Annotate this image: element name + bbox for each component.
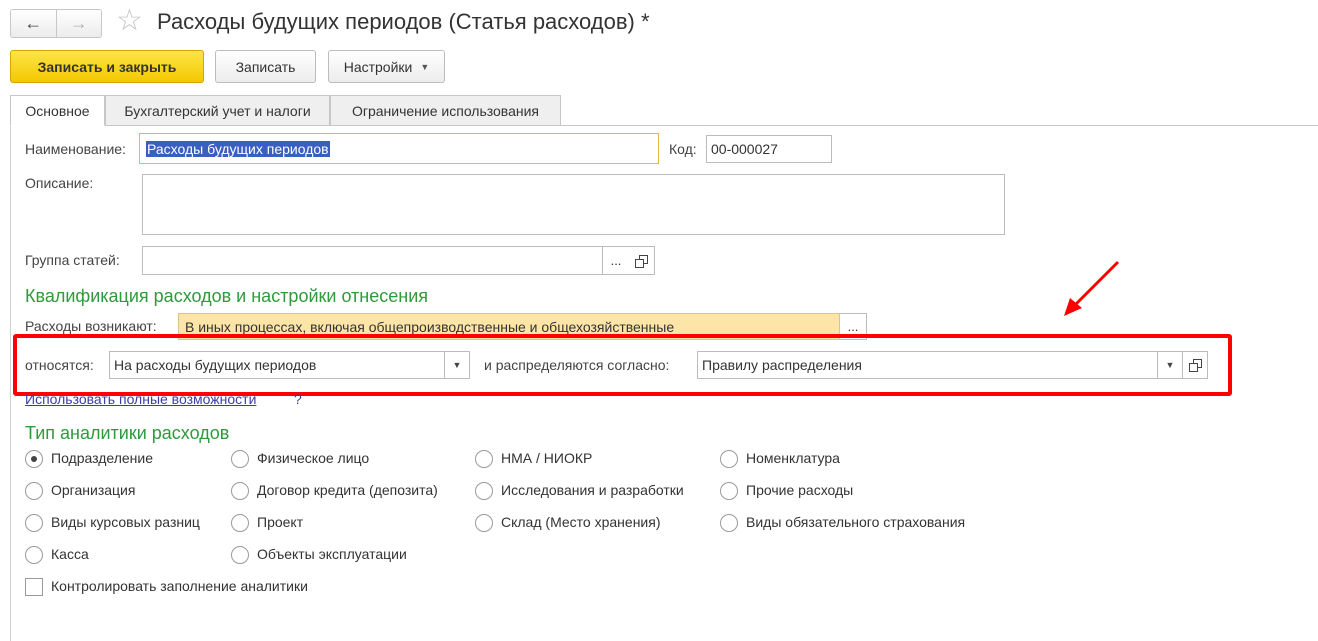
help-icon[interactable]: ?	[294, 391, 302, 407]
group-input[interactable]	[142, 246, 603, 275]
radio-label: Прочие расходы	[746, 482, 854, 498]
back-arrow-icon[interactable]: ←	[11, 10, 56, 37]
settings-button[interactable]: Настройки ▼	[328, 50, 445, 83]
open-form-icon	[635, 254, 648, 268]
radio-credit-contract[interactable]	[231, 482, 249, 500]
save-and-close-button[interactable]: Записать и закрыть	[10, 50, 204, 83]
radio-research[interactable]	[475, 482, 493, 500]
control-analytics-label: Контролировать заполнение аналитики	[51, 578, 308, 594]
radio-label: Объекты эксплуатации	[257, 546, 407, 562]
radio-label: НМА / НИОКР	[501, 450, 593, 466]
group-open-button[interactable]	[628, 246, 655, 275]
code-label: Код:	[669, 141, 697, 157]
description-input[interactable]	[142, 174, 1005, 235]
group-label: Группа статей:	[25, 252, 120, 268]
radio-exchange-differences[interactable]	[25, 514, 43, 532]
radio-label: Подразделение	[51, 450, 154, 466]
radio-label: Проект	[257, 514, 304, 530]
radio-intangible-assets[interactable]	[475, 450, 493, 468]
favorite-star-icon[interactable]: ☆	[116, 6, 143, 36]
save-button[interactable]: Записать	[215, 50, 316, 83]
name-label: Наименование:	[25, 141, 126, 157]
name-input[interactable]: Расходы будущих периодов	[139, 133, 659, 164]
code-input[interactable]: 00-000027	[706, 135, 832, 163]
radio-department[interactable]	[25, 450, 43, 468]
tab-usage-restriction[interactable]: Ограничение использования	[330, 95, 561, 126]
arise-label: Расходы возникают:	[25, 318, 157, 334]
name-value: Расходы будущих периодов	[146, 140, 330, 157]
forward-arrow-icon[interactable]: →	[55, 10, 102, 37]
radio-cashbox[interactable]	[25, 546, 43, 564]
radio-other-expenses[interactable]	[720, 482, 738, 500]
form-left-border	[10, 125, 11, 641]
highlight-box	[13, 334, 1232, 396]
tab-accounting[interactable]: Бухгалтерский учет и налоги	[105, 95, 330, 126]
radio-label: Исследования и разработки	[501, 482, 684, 498]
radio-organization[interactable]	[25, 482, 43, 500]
radio-operation-objects[interactable]	[231, 546, 249, 564]
control-analytics-checkbox[interactable]	[25, 578, 43, 596]
radio-nomenclature[interactable]	[720, 450, 738, 468]
radio-label: Виды обязательного страхования	[746, 514, 966, 530]
arise-value: В иных процессах, включая общепроизводст…	[185, 318, 675, 335]
radio-label: Виды курсовых разниц	[51, 514, 200, 530]
radio-label: Касса	[51, 546, 89, 562]
group-select-button[interactable]: ...	[603, 246, 630, 275]
description-label: Описание:	[25, 175, 94, 191]
radio-label: Договор кредита (депозита)	[257, 482, 438, 498]
red-arrow-icon	[1064, 260, 1120, 316]
radio-mandatory-insurance[interactable]	[720, 514, 738, 532]
radio-label: Номенклатура	[746, 450, 840, 466]
navigation-buttons: ← →	[10, 9, 102, 38]
settings-label: Настройки	[343, 58, 413, 75]
radio-individual[interactable]	[231, 450, 249, 468]
chevron-down-icon: ▼	[420, 61, 430, 72]
full-features-link[interactable]: Использовать полные возможности	[25, 391, 256, 407]
analytics-section-title: Тип аналитики расходов	[25, 423, 230, 443]
qualification-section-title: Квалификация расходов и настройки отнесе…	[25, 286, 429, 306]
radio-label: Склад (Место хранения)	[501, 514, 661, 530]
tab-main[interactable]: Основное	[10, 95, 105, 126]
radio-label: Организация	[51, 482, 136, 498]
radio-warehouse[interactable]	[475, 514, 493, 532]
radio-project[interactable]	[231, 514, 249, 532]
window-title: Расходы будущих периодов (Статья расходо…	[157, 9, 650, 34]
radio-label: Физическое лицо	[257, 450, 370, 466]
code-value: 00-000027	[711, 141, 778, 157]
